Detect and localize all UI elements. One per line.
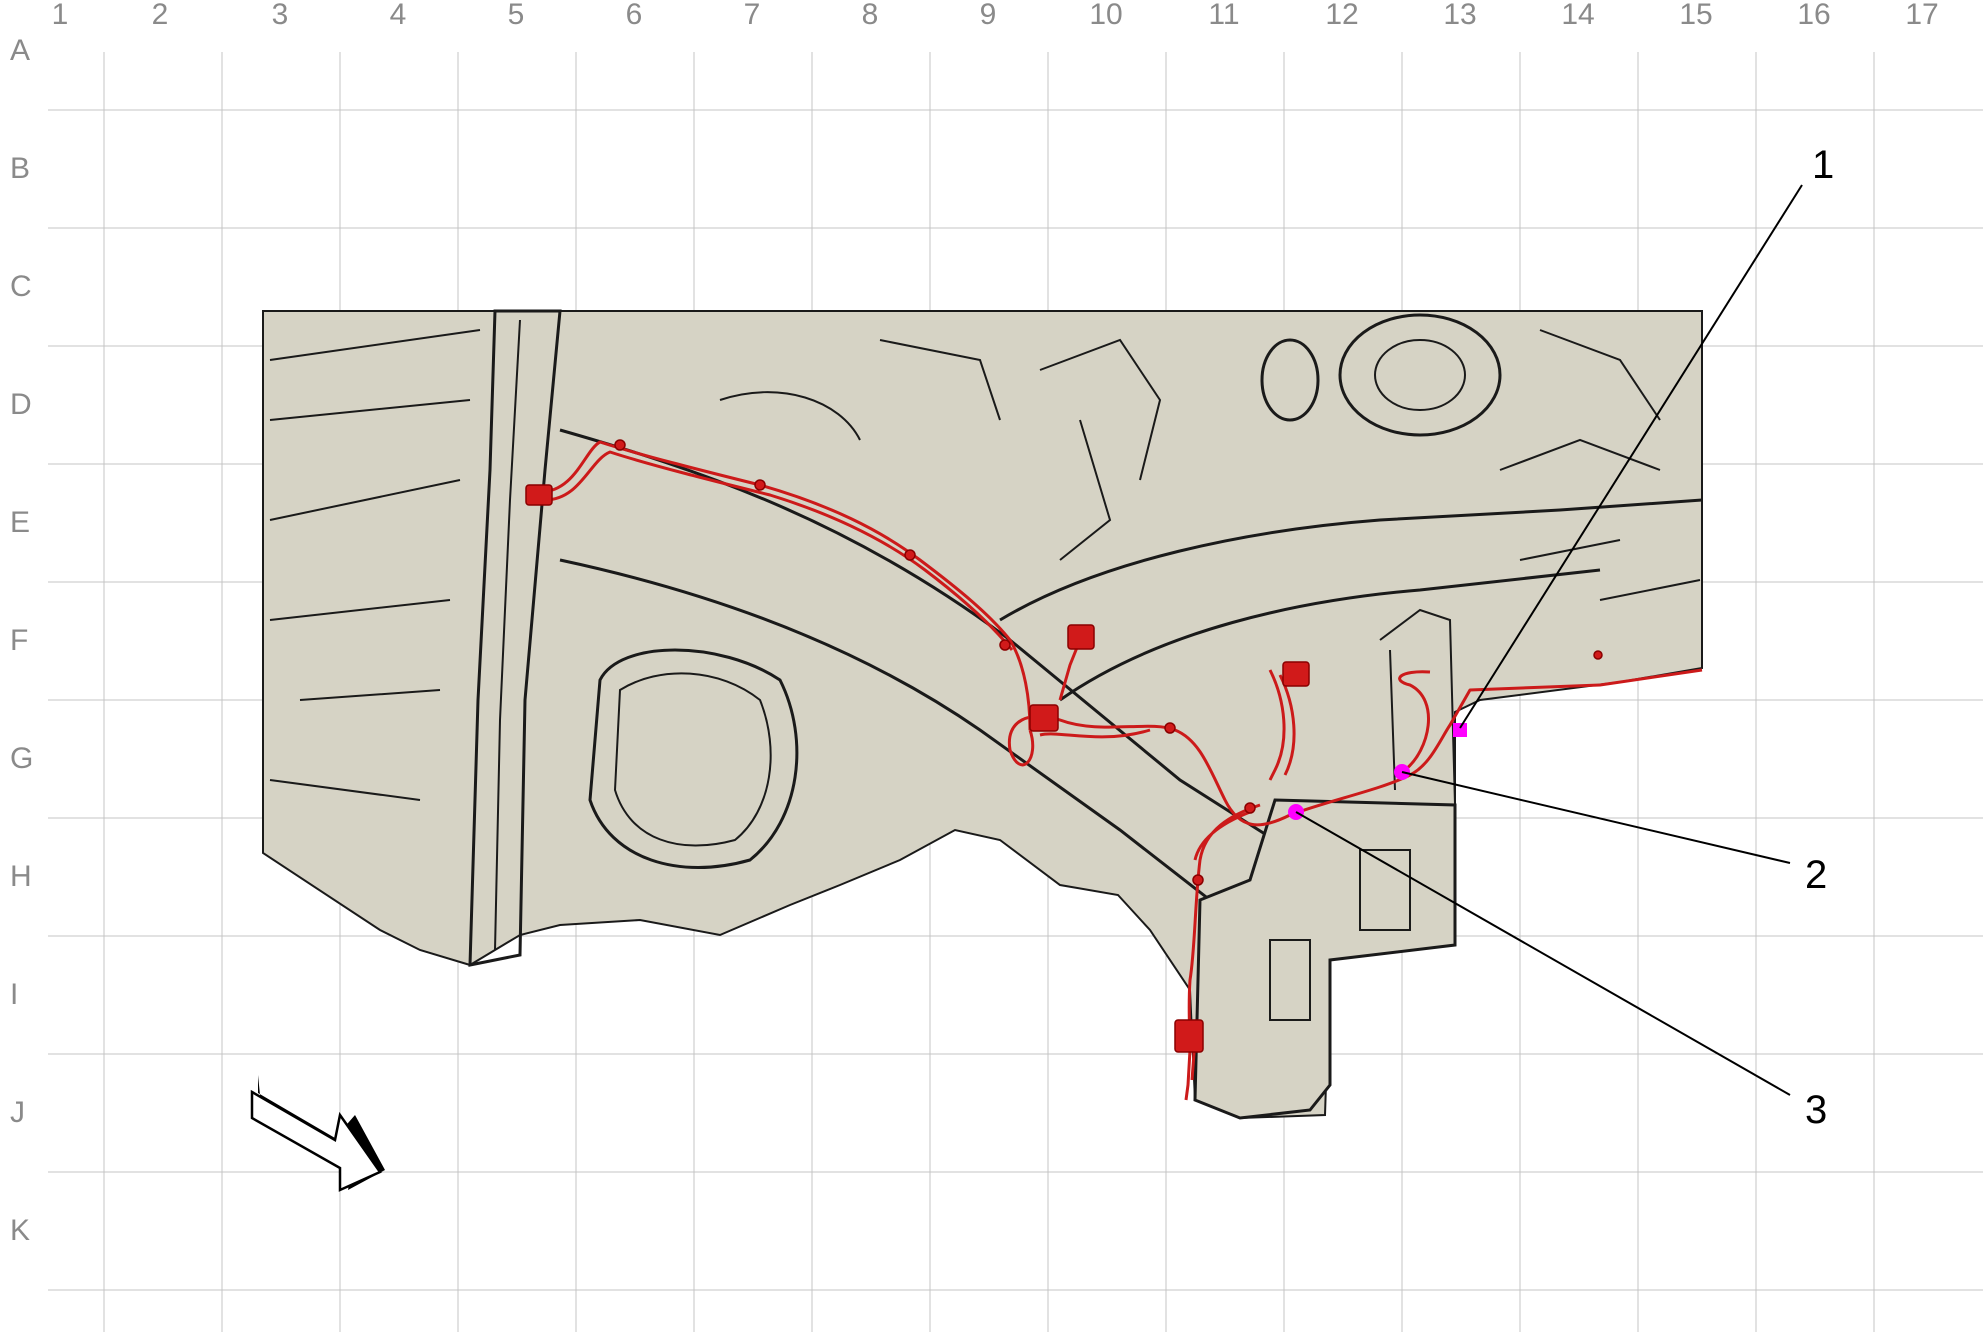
- callout-label-1: 1: [1812, 143, 1834, 187]
- connector-j11: [1174, 1019, 1204, 1053]
- direction-arrow-icon: [250, 1075, 385, 1192]
- grid-column-label: 10: [1089, 0, 1122, 31]
- grid-column-label: 1: [52, 0, 69, 31]
- grid-column-label: 14: [1561, 0, 1594, 31]
- grid-column-label: 13: [1443, 0, 1476, 31]
- clip-2: [754, 479, 766, 491]
- clip-3: [904, 549, 916, 561]
- grid-column-label: 11: [1208, 0, 1239, 31]
- clip-1: [614, 439, 626, 451]
- clip-6: [1244, 802, 1256, 814]
- grid-row-label: D: [10, 388, 32, 421]
- connector-e5: [525, 484, 553, 506]
- grid-column-label: 17: [1905, 0, 1938, 31]
- grid-row-label: H: [10, 860, 32, 893]
- grid-column-label: 2: [152, 0, 169, 31]
- grid-column-label: 5: [508, 0, 525, 31]
- clip-5: [1164, 722, 1176, 734]
- grid-row-label: G: [10, 742, 33, 775]
- grid-column-label: 9: [980, 0, 997, 31]
- grid-row-label: C: [10, 270, 32, 303]
- grid-column-label: 4: [390, 0, 407, 31]
- callout-point-1: [1453, 723, 1467, 737]
- clip-7: [1192, 874, 1204, 886]
- grid-row-label: F: [10, 624, 28, 657]
- grid-column-label: 3: [272, 0, 289, 31]
- grid-row-label: B: [10, 152, 30, 185]
- callout-label-3: 3: [1805, 1088, 1827, 1132]
- connector-f10: [1067, 624, 1095, 650]
- vehicle-body-structure: [262, 309, 1703, 1120]
- grid-column-labels: 1 2 3 4 5 6 7 8 9 10 11 12 13 14 15 16 17: [52, 0, 1939, 31]
- grid-column-label: 16: [1797, 0, 1830, 31]
- grid-column-label: 12: [1325, 0, 1358, 31]
- grid-row-label: J: [10, 1096, 25, 1129]
- clip-4: [999, 639, 1011, 651]
- grid-column-label: 8: [862, 0, 879, 31]
- grid-column-label: 6: [626, 0, 643, 31]
- grid-row-label: I: [10, 978, 18, 1011]
- grid-row-label: E: [10, 506, 30, 539]
- grid-row-label: K: [10, 1214, 30, 1247]
- grid-column-label: 15: [1679, 0, 1712, 31]
- wiring-diagram: 1234567891011121314151617 ABCDEFGHIJKL: [10, 0, 1983, 1332]
- grid-column-label: 7: [744, 0, 761, 31]
- clip-8: [1593, 650, 1603, 660]
- grid-row-label: A: [10, 34, 30, 67]
- connector-f12: [1282, 661, 1310, 687]
- connector-g10: [1029, 704, 1059, 732]
- callout-label-2: 2: [1805, 853, 1827, 897]
- grid-row-labels: ABCDEFGHIJKL: [10, 34, 33, 1247]
